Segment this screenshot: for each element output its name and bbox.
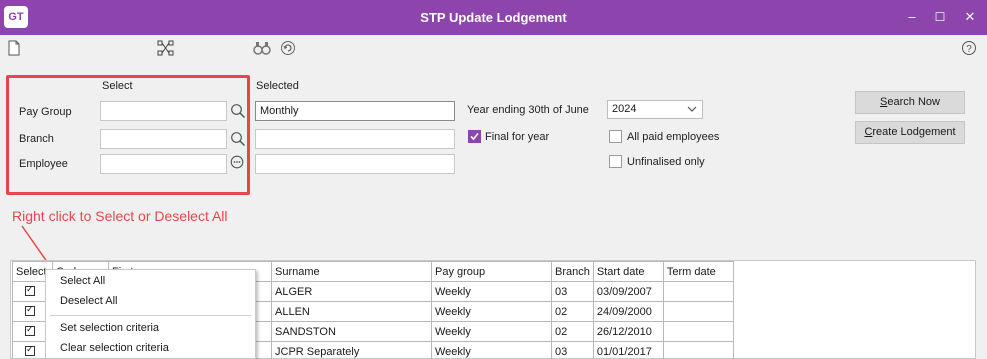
year-value: 2024 — [612, 103, 637, 115]
branch-cell: 03 — [551, 281, 594, 302]
start-date-cell: 26/12/2010 — [592, 321, 664, 342]
menu-separator — [50, 315, 251, 316]
term-date-cell — [662, 281, 734, 302]
annotation-text: Right click to Select or Deselect All — [12, 208, 228, 224]
title-bar: GT STP Update Lodgement – ☐ ✕ — [0, 0, 987, 35]
final-for-year-checkbox[interactable] — [468, 130, 481, 143]
column-header-term-date[interactable]: Term date — [662, 261, 734, 282]
highlight-box — [6, 75, 250, 195]
row-checkbox[interactable] — [25, 284, 35, 296]
branch-cell: 02 — [551, 321, 594, 342]
unfinalised-only-checkbox[interactable] — [609, 155, 622, 168]
term-date-cell — [662, 341, 734, 359]
year-dropdown[interactable]: 2024 — [607, 100, 703, 119]
column-header-start-date[interactable]: Start date — [592, 261, 664, 282]
row-checkbox[interactable] — [25, 324, 35, 336]
maximize-button[interactable]: ☐ — [931, 8, 949, 26]
menu-item-set-selection-criteria[interactable]: Set selection criteria — [60, 322, 159, 334]
branch-cell: 02 — [551, 301, 594, 322]
start-date-cell: 24/09/2000 — [592, 301, 664, 322]
surname-cell: SANDSTON — [271, 321, 432, 342]
menu-item-select-all[interactable]: Select All — [60, 275, 105, 287]
window-title: STP Update Lodgement — [420, 10, 567, 25]
start-date-cell: 01/01/2017 — [592, 341, 664, 359]
pay-group-cell: Weekly — [431, 281, 552, 302]
refresh-icon[interactable] — [280, 40, 298, 58]
branch-selected-field[interactable] — [255, 129, 455, 149]
surname-cell: ALLEN — [271, 301, 432, 322]
toolbar: ? — [0, 35, 987, 63]
column-header-pay-group[interactable]: Pay group — [431, 261, 552, 282]
close-button[interactable]: ✕ — [961, 8, 979, 26]
surname-cell: JCPR Separately — [271, 341, 432, 359]
selected-header: Selected — [256, 80, 299, 92]
all-paid-employees-label: All paid employees — [627, 131, 720, 143]
pay-group-selected-field[interactable]: Monthly — [255, 101, 455, 121]
pay-group-cell: Weekly — [431, 301, 552, 322]
branch-cell: 03 — [551, 341, 594, 359]
row-checkbox[interactable] — [25, 304, 35, 316]
year-label: Year ending 30th of June — [467, 104, 589, 116]
row-checkbox[interactable] — [25, 344, 35, 356]
search-now-button[interactable]: Search Now — [855, 91, 965, 114]
menu-item-deselect-all[interactable]: Deselect All — [60, 295, 117, 307]
binoculars-icon[interactable] — [253, 40, 271, 58]
hierarchy-icon[interactable] — [157, 40, 175, 58]
pay-group-cell: Weekly — [431, 341, 552, 359]
svg-text:?: ? — [966, 44, 972, 55]
final-for-year-label: Final for year — [485, 131, 550, 143]
help-icon[interactable]: ? — [961, 40, 979, 58]
surname-cell: ALGER — [271, 281, 432, 302]
context-menu: Select All Deselect All Set selection cr… — [45, 269, 256, 359]
chevron-down-icon — [687, 103, 697, 120]
pay-group-cell: Weekly — [431, 321, 552, 342]
create-lodgement-button[interactable]: Create Lodgement — [855, 121, 965, 144]
term-date-cell — [662, 301, 734, 322]
minimize-button[interactable]: – — [903, 8, 921, 26]
employee-selected-field[interactable] — [255, 154, 455, 174]
menu-item-clear-selection-criteria[interactable]: Clear selection criteria — [60, 342, 169, 354]
start-date-cell: 03/09/2007 — [592, 281, 664, 302]
term-date-cell — [662, 321, 734, 342]
unfinalised-only-label: Unfinalised only — [627, 156, 705, 168]
all-paid-employees-checkbox[interactable] — [609, 130, 622, 143]
new-document-icon[interactable] — [7, 40, 25, 58]
column-header-branch[interactable]: Branch — [551, 261, 594, 282]
column-header-surname[interactable]: Surname — [271, 261, 432, 282]
